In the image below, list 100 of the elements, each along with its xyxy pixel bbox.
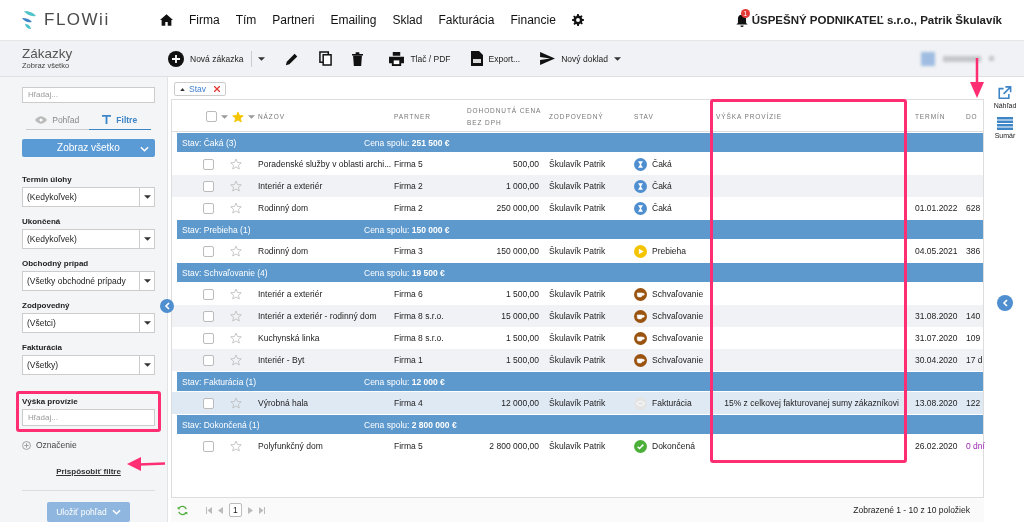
status-label: Schvaľovanie <box>652 289 704 299</box>
star-icon[interactable] <box>231 110 244 123</box>
nav-link[interactable]: Fakturácia <box>438 13 495 27</box>
logo-icon <box>22 10 38 30</box>
pencil-icon[interactable] <box>285 51 300 66</box>
hourglass-icon <box>634 179 647 193</box>
nav-link[interactable]: Financie <box>510 13 556 27</box>
hourglass-icon <box>634 157 647 171</box>
toolbar-button[interactable]: Tlač / PDF <box>383 47 457 70</box>
star-icon[interactable] <box>230 180 242 192</box>
caret-icon <box>247 114 255 119</box>
status-label: Čaká <box>652 159 672 169</box>
nav-link[interactable]: Firma <box>189 13 220 27</box>
star-icon[interactable] <box>230 245 242 257</box>
checkbox[interactable] <box>203 180 214 192</box>
star-icon[interactable] <box>230 354 242 366</box>
caret-icon <box>258 56 266 61</box>
next-page-icon[interactable] <box>247 506 253 514</box>
sort-up-icon <box>180 87 185 91</box>
list-icon <box>997 117 1013 130</box>
dropdown-field[interactable]: (Kedykoľvek) <box>22 187 155 207</box>
expand-panel-button[interactable] <box>997 295 1013 311</box>
caret-icon <box>143 363 151 367</box>
home-icon[interactable] <box>160 14 173 26</box>
checkbox[interactable] <box>203 245 214 257</box>
refresh-icon[interactable] <box>177 504 188 516</box>
dropdown-field[interactable]: (Kedykoľvek) <box>22 229 155 249</box>
table-cell: Firma 4 <box>394 398 423 408</box>
copy-icon[interactable] <box>319 51 333 66</box>
status-label: Dokončená <box>652 441 695 451</box>
group-by-chip[interactable]: Stav <box>174 82 226 96</box>
dropdown-field[interactable]: (Všetky obchodné prípady <box>22 271 155 291</box>
table-cell: 500,00 <box>513 159 539 169</box>
dropdown-field[interactable]: (Všetci) <box>22 313 155 333</box>
table-cell: 1 500,00 <box>505 333 539 343</box>
page-number-button[interactable]: 1 <box>229 503 242 517</box>
table-cell: Interiér - Byt <box>258 355 305 365</box>
nav-link[interactable]: Sklad <box>392 13 423 27</box>
nav-link[interactable]: Tím <box>235 13 257 27</box>
previous-page-icon[interactable] <box>218 506 223 514</box>
table-cell: 01.01.2022 <box>915 203 958 213</box>
star-icon[interactable] <box>230 310 242 322</box>
checkbox[interactable] <box>203 440 214 452</box>
search-field[interactable]: Hľadaj... <box>22 409 155 426</box>
table-cell: 0 dní <box>966 441 985 451</box>
add-filter-label[interactable]: Označenie <box>36 440 77 450</box>
filter-label: Ukončená <box>22 217 62 226</box>
star-icon[interactable] <box>230 397 242 409</box>
star-icon[interactable] <box>230 158 242 170</box>
cup-icon <box>634 309 647 323</box>
table-cell: 1 000,00 <box>505 181 539 191</box>
chevron-left-icon <box>164 302 170 310</box>
account-name[interactable]: ÚSPEŠNÝ PODNIKATEĽ s.r.o., Patrik Škulavík <box>751 14 1002 26</box>
caret-icon <box>143 237 151 241</box>
star-icon[interactable] <box>230 288 242 300</box>
checkbox[interactable] <box>203 310 214 322</box>
last-page-icon[interactable] <box>258 506 265 514</box>
table-cell: Firma 8 s.r.o. <box>394 333 444 343</box>
collapse-sidebar-button[interactable] <box>160 299 174 313</box>
toolbar-button[interactable]: Export... <box>464 47 527 70</box>
filter-label: Obchodný prípad <box>22 259 90 268</box>
status-label: Schvaľovanie <box>652 355 704 365</box>
checkbox[interactable] <box>206 111 217 122</box>
table-cell: Firma 2 <box>394 203 423 213</box>
bell-icon[interactable] <box>735 13 748 27</box>
checkbox[interactable] <box>203 332 214 344</box>
toolbar-button[interactable]: Nová zákazka <box>162 46 250 71</box>
settings-icon[interactable] <box>571 14 584 26</box>
star-icon[interactable] <box>230 332 242 344</box>
table-cell: 150 000,00 <box>496 246 539 256</box>
close-icon[interactable] <box>214 86 220 92</box>
table-cell: Škulavík Patrik <box>549 159 606 169</box>
status-label: Schvaľovanie <box>652 333 704 343</box>
filter-label: Výška provízie <box>22 397 79 406</box>
trash-icon[interactable] <box>352 51 364 66</box>
view-tab[interactable]: Pohľad <box>26 111 89 130</box>
table-cell: 2 800 000,00 <box>489 441 539 451</box>
plus-circle-icon[interactable] <box>22 440 31 450</box>
checkbox[interactable] <box>203 202 214 214</box>
view-tab[interactable]: Filtre <box>88 111 151 130</box>
table-cell: Firma 1 <box>394 355 423 365</box>
star-icon[interactable] <box>230 440 242 452</box>
nav-link[interactable]: Partneri <box>272 13 315 27</box>
customize-filters-link[interactable]: Prispôsobiť filtre <box>56 467 121 476</box>
caret-icon <box>221 114 228 119</box>
toolbar-button[interactable]: Nový doklad <box>534 48 627 69</box>
checkbox[interactable] <box>203 397 214 409</box>
dropdown-field[interactable]: (Všetky) <box>22 355 155 375</box>
checkbox[interactable] <box>203 288 214 300</box>
table-cell: 109 <box>966 333 981 343</box>
logo-text: FLOWii <box>44 10 110 30</box>
status-label: Prebieha <box>652 246 687 256</box>
first-page-icon[interactable] <box>206 506 212 514</box>
star-icon[interactable] <box>230 202 242 214</box>
checkbox[interactable] <box>203 354 214 366</box>
eye-icon <box>35 115 48 124</box>
search-field[interactable]: Hľadaj... <box>22 87 155 103</box>
checkbox[interactable] <box>203 158 214 170</box>
table-cell: Firma 5 <box>394 441 423 451</box>
nav-link[interactable]: Emailing <box>330 13 377 27</box>
